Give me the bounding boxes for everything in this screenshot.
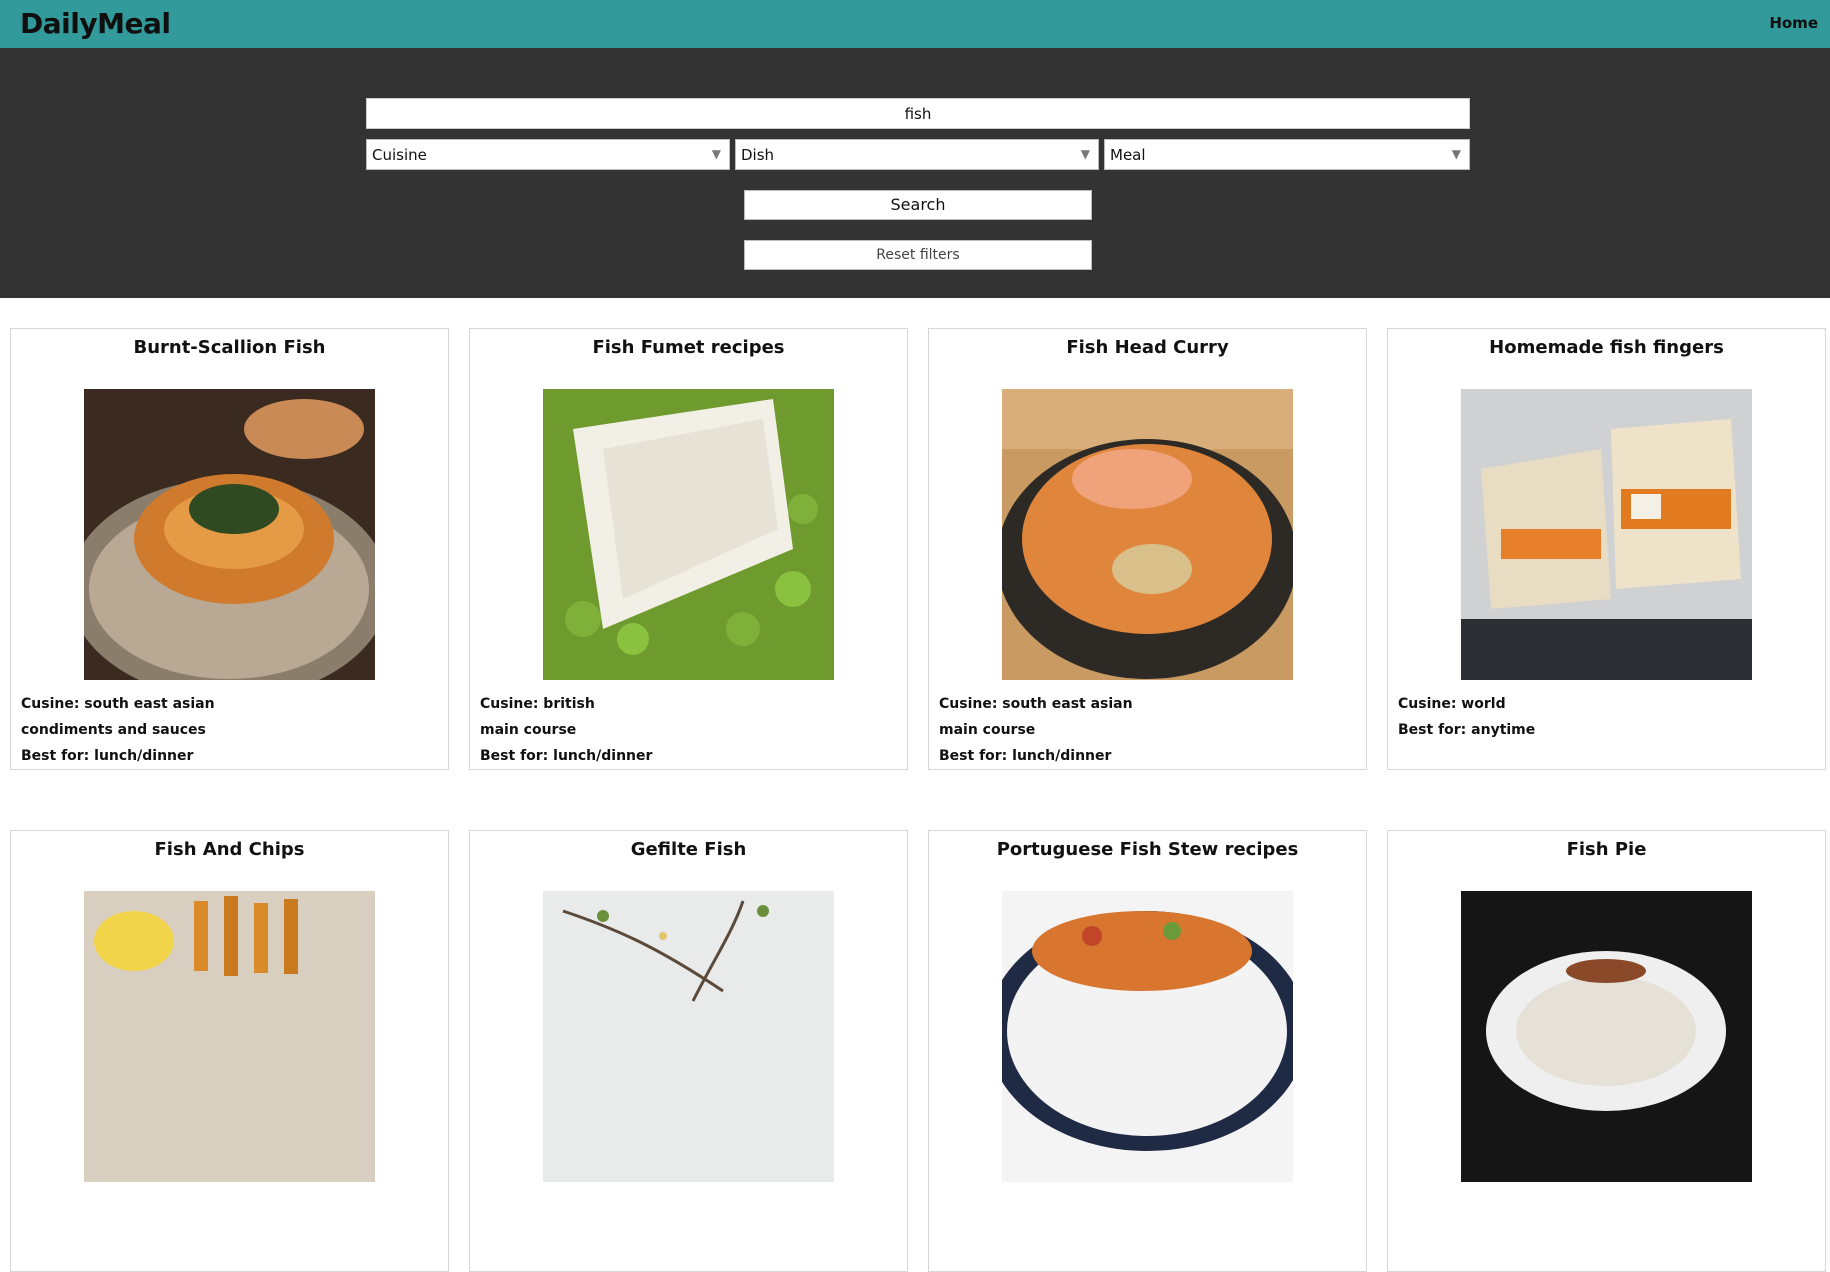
recipe-title[interactable]: Burnt-Scallion Fish xyxy=(11,337,448,358)
recipe-card[interactable]: Burnt-Scallion Fish Cusine: south east a… xyxy=(10,328,449,770)
recipe-info: Cusine: world Best for: anytime xyxy=(1398,691,1535,743)
reset-filters-button[interactable]: Reset filters xyxy=(744,240,1092,270)
meal-select-label: Meal xyxy=(1110,146,1146,164)
recipe-image[interactable] xyxy=(1002,891,1293,1182)
dish-select-label: Dish xyxy=(741,146,775,164)
recipe-image[interactable] xyxy=(1461,891,1752,1182)
recipe-title[interactable]: Gefilte Fish xyxy=(470,839,907,860)
recipe-best-for: Best for: lunch/dinner xyxy=(21,748,194,764)
recipe-image[interactable] xyxy=(84,891,375,1182)
recipe-cuisine: Cusine: south east asian xyxy=(21,696,215,712)
recipe-best-for: Best for: lunch/dinner xyxy=(939,748,1112,764)
recipe-cuisine: Cusine: world xyxy=(1398,696,1506,712)
recipe-image[interactable] xyxy=(1461,389,1752,680)
chevron-down-icon: ▼ xyxy=(711,147,721,161)
recipe-image[interactable] xyxy=(1002,389,1293,680)
search-input[interactable] xyxy=(366,98,1470,129)
top-navbar: DailyMeal Home xyxy=(0,0,1830,48)
cuisine-select[interactable]: Cuisine ▼ xyxy=(366,139,730,170)
recipe-title[interactable]: Fish Pie xyxy=(1388,839,1825,860)
recipe-dish: main course xyxy=(939,722,1036,738)
recipe-card[interactable]: Portuguese Fish Stew recipes xyxy=(928,830,1367,1272)
recipe-best-for: Best for: anytime xyxy=(1398,722,1536,738)
recipe-info: Cusine: south east asian condiments and … xyxy=(21,691,215,769)
recipe-title[interactable]: Fish And Chips xyxy=(11,839,448,860)
recipe-cuisine: Cusine: south east asian xyxy=(939,696,1133,712)
recipe-image[interactable] xyxy=(84,389,375,680)
recipe-info: Cusine: south east asian main course Bes… xyxy=(939,691,1133,769)
recipe-dish: condiments and sauces xyxy=(21,722,206,738)
meal-select[interactable]: Meal ▼ xyxy=(1104,139,1470,170)
recipe-card[interactable]: Fish Fumet recipes Cusine: british main … xyxy=(469,328,908,770)
recipe-title[interactable]: Portuguese Fish Stew recipes xyxy=(929,839,1366,860)
search-panel: Cuisine ▼ Dish ▼ Meal ▼ Search Reset fil… xyxy=(0,48,1830,298)
cuisine-select-label: Cuisine xyxy=(372,146,427,164)
recipe-card[interactable]: Fish Pie xyxy=(1387,830,1826,1272)
chevron-down-icon: ▼ xyxy=(1080,147,1090,161)
recipe-image[interactable] xyxy=(543,389,834,680)
recipe-best-for: Best for: lunch/dinner xyxy=(480,748,653,764)
dish-select[interactable]: Dish ▼ xyxy=(735,139,1099,170)
recipe-title[interactable]: Homemade fish fingers xyxy=(1388,337,1825,358)
chevron-down-icon: ▼ xyxy=(1451,147,1461,161)
recipe-info: Cusine: british main course Best for: lu… xyxy=(480,691,652,769)
brand-logo[interactable]: DailyMeal xyxy=(20,7,171,40)
recipe-card[interactable]: Homemade fish fingers Cusine: world Best… xyxy=(1387,328,1826,770)
recipe-image[interactable] xyxy=(543,891,834,1182)
search-button[interactable]: Search xyxy=(744,190,1092,220)
recipe-card[interactable]: Gefilte Fish xyxy=(469,830,908,1272)
recipe-card[interactable]: Fish And Chips xyxy=(10,830,449,1272)
recipe-title[interactable]: Fish Fumet recipes xyxy=(470,337,907,358)
recipe-cuisine: Cusine: british xyxy=(480,696,595,712)
recipe-dish: main course xyxy=(480,722,577,738)
nav-home-link[interactable]: Home xyxy=(1769,14,1818,32)
recipe-card[interactable]: Fish Head Curry Cusine: south east asian… xyxy=(928,328,1367,770)
recipe-title[interactable]: Fish Head Curry xyxy=(929,337,1366,358)
